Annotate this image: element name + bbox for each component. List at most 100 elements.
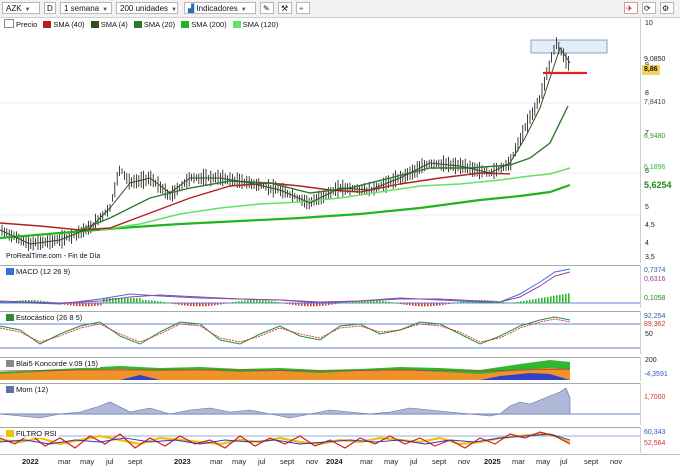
momentum-area: [0, 388, 570, 418]
units-selector[interactable]: 200 unidades▼: [116, 2, 178, 14]
koncorde-tag: -4,3591: [642, 370, 670, 380]
macd-histogram-bar: [289, 303, 291, 304]
macd-histogram-bar: [322, 303, 324, 306]
momentum-panel[interactable]: Mom (12): [0, 383, 640, 426]
macd-histogram-bar: [238, 301, 240, 303]
macd-histogram-bar: [160, 301, 162, 303]
tools-button[interactable]: ⚒: [278, 2, 292, 14]
macd-histogram-bar: [535, 299, 537, 304]
macd-histogram-bar: [394, 303, 396, 304]
macd-histogram-bar: [250, 300, 252, 303]
macd-histogram-bar: [451, 303, 453, 304]
macd-histogram-bar: [295, 303, 297, 305]
macd-histogram-bar: [142, 300, 144, 303]
cursor-button[interactable]: ⌖: [296, 2, 310, 14]
macd-histogram-bar: [166, 302, 168, 303]
chevron-down-icon: ▼: [171, 7, 177, 13]
macd-histogram-bar: [277, 302, 279, 303]
macd-histogram-bar: [436, 303, 438, 306]
macd-histogram-bar: [550, 296, 552, 303]
macd-histogram-bar: [79, 303, 81, 306]
macd-histogram-bar: [274, 302, 276, 304]
macd-histogram-bar: [187, 303, 189, 306]
macd-histogram-bar: [292, 303, 294, 305]
macd-histogram-bar: [157, 301, 159, 303]
symbol-selector[interactable]: AZK▼: [2, 2, 40, 14]
macd-histogram-bar: [106, 298, 108, 303]
macd-histogram-bar: [169, 303, 171, 304]
macd-histogram-bar: [136, 298, 138, 303]
macd-histogram-bar: [382, 301, 384, 303]
stochastic-panel[interactable]: Estocástico (26 8 5): [0, 311, 640, 355]
price-tick: 5: [645, 204, 649, 211]
price-panel[interactable]: Precio SMA (40) SMA (4) SMA (20) SMA (20…: [0, 18, 640, 263]
macd-histogram-bar: [202, 303, 204, 306]
indicators-button[interactable]: ▟ Indicadores▼: [184, 2, 256, 14]
alert-button[interactable]: ✈: [624, 2, 638, 14]
chevron-down-icon: ▼: [102, 7, 108, 13]
macd-histogram-bar: [286, 303, 288, 304]
price-chart: [0, 18, 640, 263]
macd-histogram-bar: [439, 303, 441, 305]
macd-histogram-bar: [205, 303, 207, 306]
macd-histogram-bar: [523, 301, 525, 304]
macd-histogram-bar: [448, 303, 450, 304]
rsi-filter-panel[interactable]: FILTRO RSI: [0, 427, 640, 454]
macd-histogram-bar: [529, 300, 531, 304]
macd-histogram-bar: [454, 303, 456, 304]
macd-histogram-bar: [511, 303, 513, 304]
price-tick: 4: [645, 240, 649, 247]
macd-histogram-bar: [94, 303, 96, 306]
momentum-label: Mom (12): [4, 385, 50, 394]
macd-histogram-bar: [421, 303, 423, 306]
macd-histogram-bar: [244, 300, 246, 303]
gear-icon: ⚙: [662, 4, 669, 13]
chart-toolbar: AZK▼ D 1 semana▼ 200 unidades▼ ▟ Indicad…: [0, 0, 680, 18]
koncorde-panel[interactable]: Blai5 Koncorde v.09 (15): [0, 357, 640, 382]
macd-tag: 0,1058: [642, 294, 667, 304]
period-mode-button[interactable]: D: [44, 2, 56, 14]
macd-histogram-bar: [553, 296, 555, 304]
macd-histogram-bar: [556, 295, 558, 303]
macd-histogram-bar: [505, 302, 507, 303]
chevron-down-icon: ▼: [25, 7, 31, 13]
macd-histogram-bar: [97, 303, 99, 306]
macd-histogram-bar: [547, 297, 549, 304]
macd-histogram-bar: [175, 303, 177, 304]
koncorde-label: Blai5 Koncorde v.09 (15): [4, 359, 100, 368]
macd-histogram-bar: [265, 300, 267, 303]
timeframe-selector[interactable]: 1 semana▼: [60, 2, 112, 14]
macd-histogram-bar: [442, 303, 444, 305]
momentum-tag: 1,7000: [642, 393, 667, 403]
macd-histogram-bar: [433, 303, 435, 306]
macd-histogram-bar: [508, 303, 510, 304]
draw-tool-button[interactable]: ✎: [260, 2, 274, 14]
sma120-tag: 6,1896: [642, 163, 667, 173]
macd-histogram-bar: [415, 303, 417, 306]
macd-histogram-bar: [427, 303, 429, 306]
macd-histogram-bar: [82, 303, 84, 306]
macd-histogram-bar: [445, 303, 447, 305]
macd-histogram-bar: [148, 300, 150, 303]
macd-histogram-bar: [88, 303, 90, 306]
macd-histogram-bar: [268, 301, 270, 304]
stochastic-axis: 92,254 89,362 50: [640, 311, 680, 354]
macd-histogram-bar: [514, 302, 516, 303]
macd-histogram-bar: [307, 303, 309, 306]
refresh-button[interactable]: ⟳: [642, 2, 656, 14]
macd-histogram-bar: [403, 303, 405, 305]
price-tick: 8: [645, 90, 649, 97]
bell-icon: ✈: [626, 4, 633, 13]
macd-histogram-bar: [229, 303, 231, 304]
macd-histogram-bar: [562, 294, 564, 303]
stochastic-label: Estocástico (26 8 5): [4, 313, 84, 322]
macd-histogram-bar: [376, 300, 378, 303]
macd-histogram-bar: [538, 298, 540, 303]
price-tag: 9,0850: [642, 55, 667, 65]
momentum-axis: 1,7000: [640, 383, 680, 425]
settings-button[interactable]: ⚙: [660, 2, 674, 14]
macd-histogram-bar: [541, 298, 543, 304]
rsi-filter-axis: 60,343 52,564: [640, 427, 680, 453]
chevron-down-icon: ▼: [241, 7, 247, 13]
macd-panel[interactable]: MACD (12 26 9): [0, 265, 640, 309]
